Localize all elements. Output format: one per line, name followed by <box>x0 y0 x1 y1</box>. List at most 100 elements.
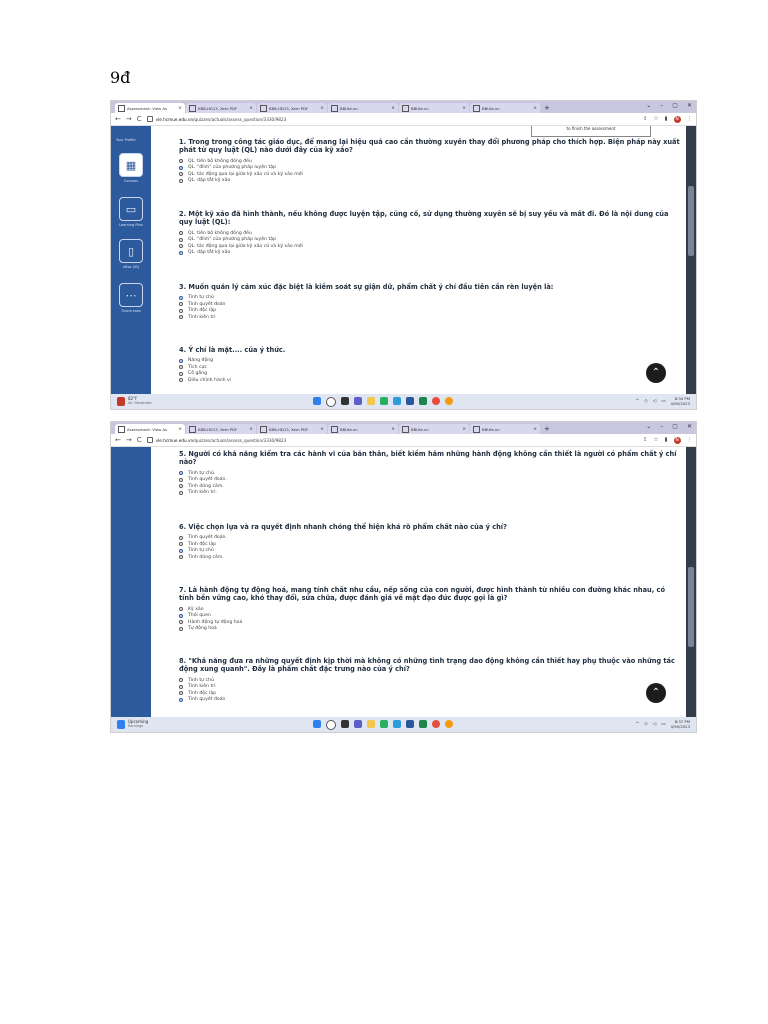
chevron-up-icon[interactable]: ^ <box>636 722 640 727</box>
star-icon[interactable]: ☆ <box>654 116 659 122</box>
volume-icon[interactable]: ◁ <box>653 722 656 727</box>
radio-button[interactable] <box>179 231 183 236</box>
radio-button[interactable] <box>179 365 183 370</box>
scroll-to-top-button[interactable]: ⌃ <box>646 683 666 703</box>
close-icon[interactable]: × <box>391 427 395 432</box>
tab-assessment[interactable]: Assessment: View As × <box>115 103 185 113</box>
close-icon[interactable]: × <box>533 427 537 432</box>
windows-start-icon[interactable] <box>313 720 321 728</box>
file-explorer-icon[interactable] <box>367 397 375 405</box>
radio-button[interactable] <box>179 535 183 540</box>
menu-icon[interactable]: ⋮ <box>687 116 693 122</box>
excel-icon[interactable] <box>419 397 427 405</box>
radio-button-selected[interactable] <box>179 358 183 363</box>
search-icon[interactable] <box>326 720 336 730</box>
close-window-button[interactable]: ✕ <box>687 102 692 109</box>
close-icon[interactable]: × <box>178 427 182 432</box>
radio-button[interactable] <box>179 378 183 383</box>
share-icon[interactable]: ⇪ <box>643 437 648 443</box>
close-icon[interactable]: × <box>249 427 253 432</box>
radio-button-selected[interactable] <box>179 471 183 476</box>
back-arrow-icon[interactable]: ← <box>115 115 121 123</box>
lock-icon[interactable] <box>146 116 153 122</box>
word-icon[interactable] <box>406 720 414 728</box>
menu-icon[interactable]: ⋮ <box>687 437 693 443</box>
sidebar-item-payment[interactable]: ⋯ Thanh toán <box>118 283 144 313</box>
close-icon[interactable]: × <box>178 106 182 111</box>
url-field[interactable]: vle.hcmue.edu.vn/quizzes/actuals/assess_… <box>156 438 643 443</box>
chat-icon[interactable] <box>354 397 362 405</box>
clock[interactable]: 8:37 PM 4/90/2023 <box>671 719 690 729</box>
clock[interactable]: 8:34 PM 4/90/2023 <box>671 396 690 406</box>
chevron-up-icon[interactable]: ^ <box>636 399 640 404</box>
avatar[interactable]: N <box>673 436 681 444</box>
edge-icon[interactable] <box>380 720 388 728</box>
forward-arrow-icon[interactable]: → <box>126 436 132 444</box>
store-icon[interactable] <box>393 720 401 728</box>
close-icon[interactable]: × <box>533 106 537 111</box>
word-icon[interactable] <box>406 397 414 405</box>
radio-button-selected[interactable] <box>179 613 183 618</box>
store-icon[interactable] <box>393 397 401 405</box>
tab-search-icon[interactable]: ⌄ <box>646 102 651 109</box>
task-view-icon[interactable] <box>341 397 349 405</box>
new-tab-button[interactable]: + <box>544 424 550 434</box>
radio-button[interactable] <box>179 678 183 683</box>
answer-option[interactable]: Điều chỉnh hành vi <box>179 377 680 384</box>
radio-button[interactable] <box>179 237 183 242</box>
reload-icon[interactable]: C <box>137 436 142 444</box>
chat-icon[interactable] <box>354 720 362 728</box>
chrome-icon[interactable] <box>432 720 440 728</box>
tab-pdf-2[interactable]: KBB-HD13, Xem PDF × <box>257 424 327 434</box>
close-icon[interactable]: × <box>320 106 324 111</box>
sidebar-item-courses[interactable]: ▦ Courses <box>118 153 144 183</box>
share-icon[interactable]: ⇪ <box>643 116 648 122</box>
answer-option[interactable]: QL. dập tắt kỹ xảo <box>179 177 680 184</box>
scroll-to-top-button[interactable]: ⌃ <box>646 363 666 383</box>
answer-option[interactable]: Tính kiên trì. <box>179 489 680 496</box>
radio-button[interactable] <box>179 159 183 164</box>
tab-bbute-3[interactable]: BBUte.vn × <box>470 424 540 434</box>
radio-button[interactable] <box>179 172 183 177</box>
radio-button-selected[interactable] <box>179 548 183 553</box>
tab-assessment[interactable]: Assessment: View As × <box>115 424 185 434</box>
tab-pdf-1[interactable]: KBB-HD13, Xem PDF × <box>186 103 256 113</box>
question-list[interactable]: to finish the assessment 1. Trong trong … <box>151 126 686 394</box>
close-icon[interactable]: × <box>391 106 395 111</box>
battery-icon[interactable]: ▭ <box>661 722 665 727</box>
close-icon[interactable]: × <box>462 427 466 432</box>
radio-button[interactable] <box>179 620 183 625</box>
task-view-icon[interactable] <box>341 720 349 728</box>
back-arrow-icon[interactable]: ← <box>115 436 121 444</box>
tab-bbute-1[interactable]: BBUte.vn × <box>328 103 398 113</box>
new-tab-button[interactable]: + <box>544 103 550 113</box>
radio-button[interactable] <box>179 302 183 307</box>
file-explorer-icon[interactable] <box>367 720 375 728</box>
radio-button[interactable] <box>179 490 183 495</box>
tab-pdf-1[interactable]: KBB-HD13, Xem PDF × <box>186 424 256 434</box>
close-icon[interactable]: × <box>462 106 466 111</box>
search-icon[interactable] <box>326 397 336 407</box>
windows-start-icon[interactable] <box>313 397 321 405</box>
chrome-icon[interactable] <box>432 397 440 405</box>
battery-icon[interactable]: ▭ <box>661 399 665 404</box>
tab-pdf-2[interactable]: KBB-HD13, Xem PDF × <box>257 103 327 113</box>
minimize-button[interactable]: – <box>660 102 663 109</box>
tab-bbute-2[interactable]: BBUte.vn × <box>399 103 469 113</box>
sidepanel-icon[interactable]: ▮ <box>664 116 667 122</box>
radio-button-selected[interactable] <box>179 250 183 255</box>
url-field[interactable]: vle.hcmue.edu.vn/quizzes/actuals/assess_… <box>156 117 643 122</box>
close-icon[interactable]: × <box>320 427 324 432</box>
chrome-profile-icon[interactable] <box>445 720 453 728</box>
scrollbar[interactable] <box>686 126 696 394</box>
tab-bbute-1[interactable]: BBUte.vn × <box>328 424 398 434</box>
radio-button[interactable] <box>179 244 183 249</box>
question-list[interactable]: 5. Người có khả năng kiểm tra các hành v… <box>151 447 686 717</box>
lock-icon[interactable] <box>146 437 153 443</box>
avatar[interactable]: N <box>673 115 681 123</box>
radio-button[interactable] <box>179 477 183 482</box>
edge-icon[interactable] <box>380 397 388 405</box>
reload-icon[interactable]: C <box>137 115 142 123</box>
scrollbar-thumb[interactable] <box>688 567 694 647</box>
wifi-icon[interactable]: ◇ <box>644 399 647 404</box>
